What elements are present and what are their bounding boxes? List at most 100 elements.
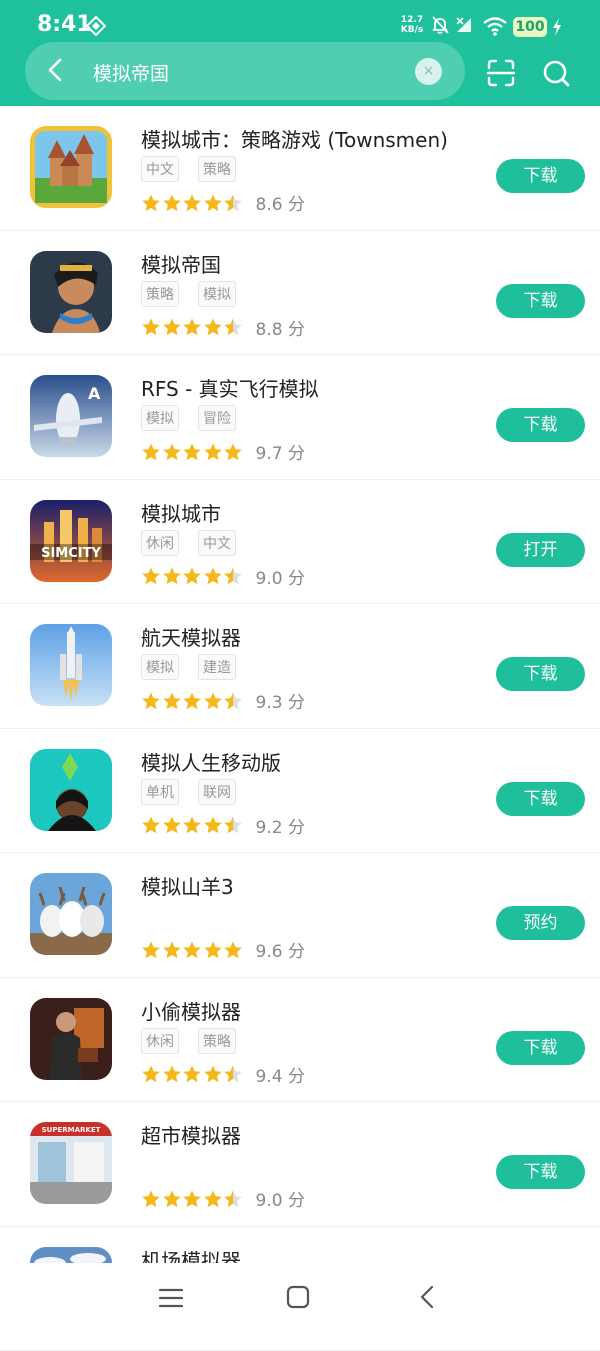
- app-tags: 休闲中文: [141, 530, 236, 556]
- app-title[interactable]: 模拟帝国: [141, 249, 221, 278]
- app-title[interactable]: 小偷模拟器: [141, 996, 241, 1025]
- app-tags: 休闲策略: [141, 1028, 236, 1054]
- star-half-icon: [223, 691, 243, 711]
- app-tags: 模拟建造: [141, 654, 236, 680]
- star-full-icon: [141, 815, 161, 835]
- app-list-item[interactable]: 航天模拟器模拟建造 9.3 分 下载: [0, 604, 600, 729]
- star-full-icon: [182, 566, 202, 586]
- app-tags: 模拟冒险: [141, 405, 236, 431]
- simcity-logo-text: SIMCITY: [41, 546, 101, 561]
- nav-back-icon[interactable]: [414, 1283, 440, 1311]
- vpn-diamond-icon: [86, 16, 106, 36]
- star-full-icon: [203, 940, 223, 960]
- app-action-button[interactable]: 下载: [496, 657, 585, 691]
- rfs-icon[interactable]: A: [30, 375, 112, 457]
- app-rating: 9.3 分: [141, 688, 305, 713]
- star-full-icon: [141, 442, 161, 462]
- app-tag: 休闲: [141, 530, 179, 556]
- app-list-item[interactable]: SUPERMARKET 超市模拟器 9.0 分 下载: [0, 1102, 600, 1227]
- app-rating: 9.4 分: [141, 1062, 305, 1087]
- star-half-icon: [223, 317, 243, 337]
- app-action-button[interactable]: 下载: [496, 159, 585, 193]
- clear-search-button[interactable]: ×: [415, 58, 442, 85]
- star-full-icon: [203, 317, 223, 337]
- star-full-icon: [162, 317, 182, 337]
- app-list-item[interactable]: A RFS - 真实飞行模拟模拟冒险 9.7 分 下载: [0, 355, 600, 480]
- app-tag: 中文: [141, 156, 179, 182]
- app-tag: 联网: [198, 779, 236, 805]
- star-full-icon: [162, 1189, 182, 1209]
- star-full-icon: [223, 442, 243, 462]
- supermarket-icon[interactable]: SUPERMARKET: [30, 1122, 112, 1204]
- status-time: 8:41: [37, 12, 92, 37]
- app-list-item[interactable]: 模拟城市：策略游戏 (Townsmen) 中文策略 8.6 分 下载: [0, 106, 600, 231]
- menu-icon[interactable]: [158, 1285, 184, 1311]
- star-full-icon: [182, 1189, 202, 1209]
- goat-icon[interactable]: [30, 873, 112, 955]
- star-full-icon: [182, 815, 202, 835]
- app-tag: 策略: [198, 1028, 236, 1054]
- app-tag: 策略: [198, 156, 236, 182]
- network-speed-value: 12.7: [398, 15, 426, 25]
- search-input[interactable]: [93, 58, 393, 86]
- back-arrow-icon[interactable]: [42, 56, 70, 84]
- app-action-button[interactable]: 下载: [496, 1155, 585, 1189]
- simcity-icon[interactable]: SIMCITY: [30, 500, 112, 582]
- star-full-icon: [141, 566, 161, 586]
- app-tag: 建造: [198, 654, 236, 680]
- app-list-item[interactable]: 小偷模拟器休闲策略 9.4 分 下载: [0, 978, 600, 1103]
- star-half-icon: [223, 1189, 243, 1209]
- star-full-icon: [203, 193, 223, 213]
- signal-icon: [455, 16, 473, 34]
- app-score: 8.6 分: [256, 190, 305, 215]
- app-list-item[interactable]: SIMCITY 模拟城市休闲中文 9.0 分 打开: [0, 480, 600, 605]
- app-title[interactable]: 模拟城市: [141, 498, 221, 527]
- app-tag: 模拟: [198, 281, 236, 307]
- app-action-button[interactable]: 下载: [496, 284, 585, 318]
- spaceflight-icon[interactable]: [30, 624, 112, 706]
- app-action-button[interactable]: 下载: [496, 782, 585, 816]
- app-title[interactable]: RFS - 真实飞行模拟: [141, 373, 319, 402]
- app-score: 9.0 分: [256, 1186, 305, 1211]
- star-full-icon: [162, 193, 182, 213]
- app-title[interactable]: 航天模拟器: [141, 622, 241, 651]
- app-tag: 模拟: [141, 405, 179, 431]
- star-full-icon: [141, 691, 161, 711]
- star-half-icon: [223, 566, 243, 586]
- townsmen-icon[interactable]: [30, 126, 112, 208]
- app-list-item[interactable]: 模拟山羊3 9.6 分 预约: [0, 853, 600, 978]
- home-square-icon[interactable]: [284, 1283, 312, 1311]
- app-title[interactable]: 模拟城市：策略游戏 (Townsmen): [141, 124, 448, 153]
- app-action-button[interactable]: 打开: [496, 533, 585, 567]
- app-tag: 策略: [141, 281, 179, 307]
- app-score: 9.0 分: [256, 564, 305, 589]
- app-action-button[interactable]: 预约: [496, 906, 585, 940]
- bell-muted-icon: [430, 15, 450, 35]
- thief-icon[interactable]: [30, 998, 112, 1080]
- star-full-icon: [182, 442, 202, 462]
- system-nav-bar: [0, 1263, 600, 1333]
- scan-icon[interactable]: [486, 58, 516, 88]
- app-rating: 9.7 分: [141, 439, 305, 464]
- app-tags: 中文策略: [141, 156, 236, 182]
- star-half-icon: [223, 193, 243, 213]
- empire-icon[interactable]: [30, 251, 112, 333]
- app-action-button[interactable]: 下载: [496, 1031, 585, 1065]
- app-list-item[interactable]: 模拟人生移动版单机联网9.2 分下载: [0, 729, 600, 854]
- star-full-icon: [162, 442, 182, 462]
- supermarket-sign-text: SUPERMARKET: [42, 1126, 101, 1134]
- app-rating: 8.6 分: [141, 190, 305, 215]
- app-title[interactable]: 模拟人生移动版: [141, 747, 281, 776]
- star-full-icon: [141, 1064, 161, 1084]
- star-full-icon: [141, 193, 161, 213]
- app-tags: 策略模拟: [141, 281, 236, 307]
- search-icon[interactable]: [541, 58, 571, 88]
- app-action-button[interactable]: 下载: [496, 408, 585, 442]
- app-tag: 模拟: [141, 654, 179, 680]
- app-title[interactable]: 模拟山羊3: [141, 871, 234, 900]
- star-full-icon: [162, 1064, 182, 1084]
- sims-icon[interactable]: [30, 749, 112, 831]
- app-title[interactable]: 超市模拟器: [141, 1120, 241, 1149]
- app-list-item[interactable]: 模拟帝国策略模拟8.8 分下载: [0, 231, 600, 356]
- app-score: 9.6 分: [256, 937, 305, 962]
